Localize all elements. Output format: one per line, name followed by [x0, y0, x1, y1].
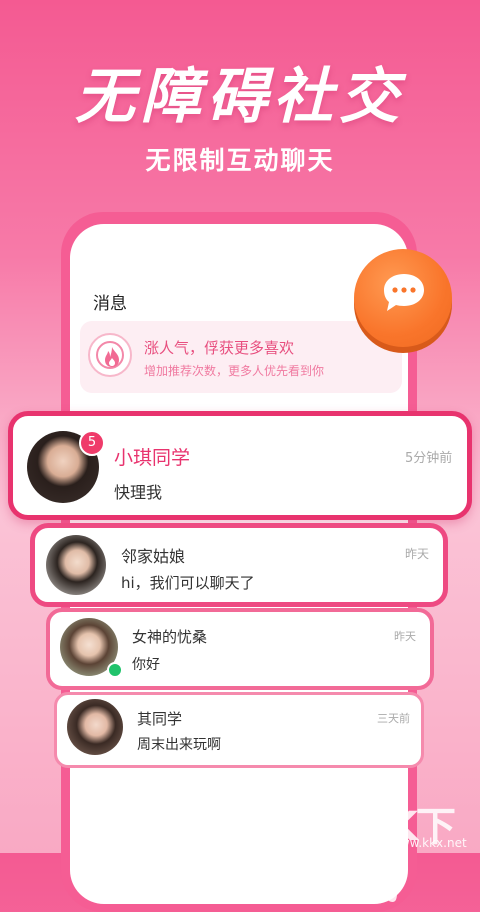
watermark-url: www.kkx.net	[390, 836, 467, 850]
contact-name: 其同学	[137, 710, 183, 728]
conversation-item[interactable]: 5 小琪同学 5分钟前 快理我	[8, 411, 472, 520]
avatar	[46, 535, 106, 595]
online-indicator	[107, 662, 123, 678]
contact-name: 女神的忧桑	[132, 628, 208, 646]
conversation-item[interactable]: 女神的忧桑 昨天 你好	[46, 608, 434, 690]
messages-title: 消息	[93, 294, 127, 314]
headline: 无障碍社交	[75, 62, 405, 132]
message-preview: 快理我	[114, 483, 163, 502]
promo-banner[interactable]: 涨人气，俘获更多喜欢 增加推荐次数，更多人优先看到你	[80, 321, 402, 393]
avatar	[67, 699, 123, 755]
chat-bubble-icon	[384, 274, 424, 311]
contact-name: 邻家姑娘	[121, 547, 186, 566]
message-preview: 周末出来玩啊	[137, 737, 221, 753]
fire-icon	[88, 333, 132, 377]
chat-button[interactable]	[354, 249, 452, 353]
timestamp: 5分钟前	[405, 451, 453, 466]
timestamp: 昨天	[405, 547, 430, 561]
watermark-logo: KK下载	[358, 804, 456, 908]
unread-badge: 5	[79, 430, 105, 456]
contact-name: 小琪同学	[114, 447, 191, 469]
message-preview: hi，我们可以聊天了	[121, 574, 255, 592]
promo-subtitle: 增加推荐次数，更多人优先看到你	[144, 364, 325, 378]
promo-title: 涨人气，俘获更多喜欢	[144, 339, 295, 357]
conversation-item[interactable]: 其同学 三天前 周末出来玩啊	[54, 692, 424, 768]
timestamp: 昨天	[394, 630, 416, 643]
subheadline: 无限制互动聊天	[145, 146, 335, 175]
conversation-item[interactable]: 邻家姑娘 昨天 hi，我们可以聊天了	[30, 523, 448, 607]
timestamp: 三天前	[377, 712, 410, 725]
message-preview: 你好	[132, 657, 160, 673]
